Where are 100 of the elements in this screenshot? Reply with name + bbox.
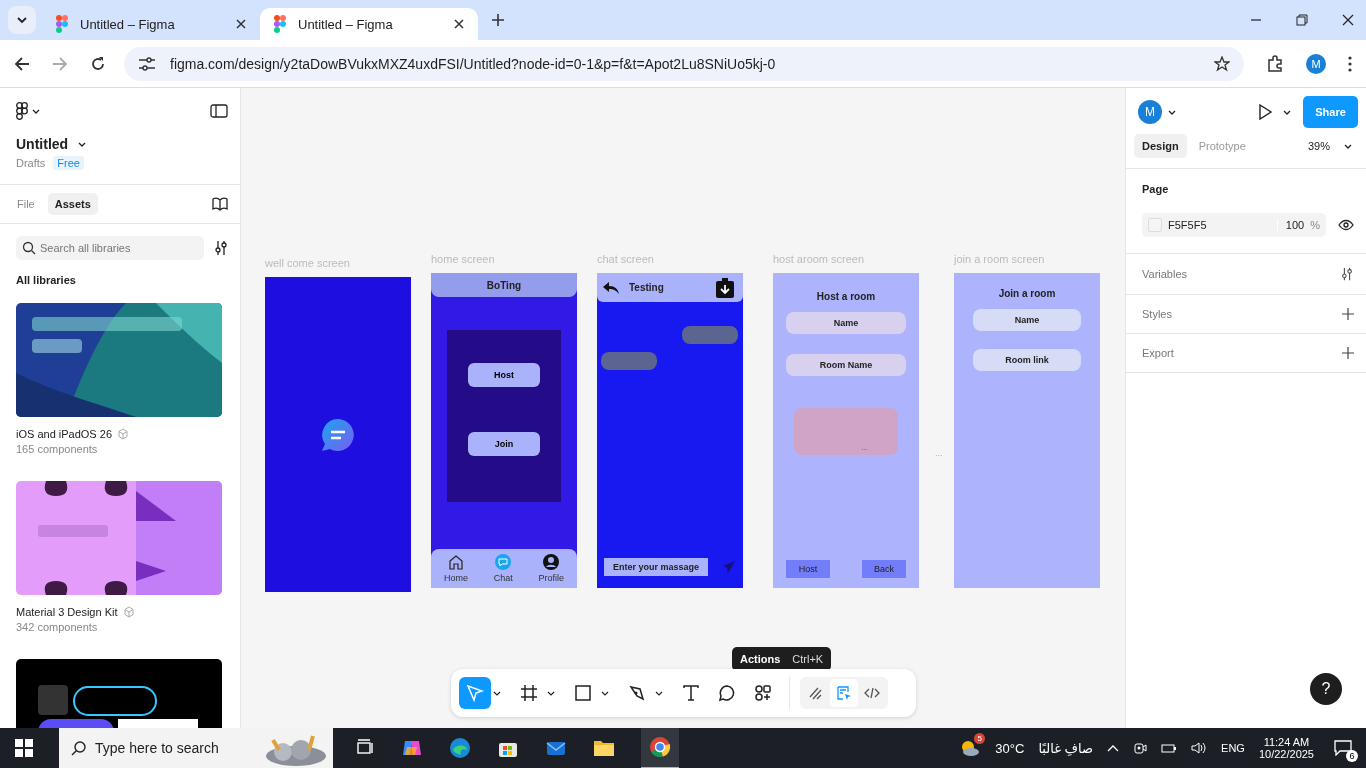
filter-icon[interactable] [214,240,228,256]
caret-icon[interactable] [655,689,663,697]
input-field[interactable]: Name [786,312,906,334]
zoom-dropdown[interactable]: 39% [1307,140,1330,152]
panel-tab[interactable]: Design [1134,134,1187,158]
sidebar-tab[interactable]: File [10,193,42,215]
volume-icon[interactable] [1191,741,1208,755]
nav-item[interactable]: Home [443,554,468,583]
clock-date[interactable]: 10/22/2025 [1258,748,1314,760]
caret-icon[interactable] [601,689,609,697]
file-title[interactable]: Untitled [16,136,69,152]
menu-button[interactable]: Host [468,363,540,387]
figma-logo-icon [56,15,68,33]
chevron-up-icon[interactable] [1107,744,1120,752]
camera-icon[interactable] [1133,741,1148,755]
rectangle-icon [574,684,592,702]
address-bar[interactable]: figma.com/design/y2taDowBVukxMXZ4uxdFSI/Untitled?node-id=0-1&p=f&t=Apot2Lu8SNiUo5kj-0 [124,46,1244,81]
sliders-icon[interactable] [1340,267,1354,281]
phone-frame[interactable]: Join a room Name Room link [954,273,1100,588]
book-icon[interactable] [212,197,228,211]
menu-button[interactable]: Join [468,432,540,456]
restore-icon[interactable] [1296,14,1308,26]
tab-list-button[interactable] [8,6,36,34]
cursor-icon [466,684,484,702]
chevron-down-icon[interactable] [1168,108,1176,116]
chevron-down-icon [32,107,40,115]
menu-icon[interactable] [1348,55,1352,72]
profile-avatar[interactable]: M [1306,53,1326,74]
weather-text[interactable]: صافِ غالبًا [1038,740,1094,756]
reload-icon[interactable] [90,55,106,72]
reply-arrow-icon [603,281,619,294]
section-heading[interactable]: Variables [1142,268,1188,280]
ellipsis-text: ... [935,448,943,458]
chevron-down-icon[interactable] [1344,142,1352,150]
caret-icon[interactable] [493,689,501,697]
code-icon [864,685,880,701]
chrome-taskbar-button[interactable] [641,727,679,768]
battery-icon[interactable] [1161,742,1178,754]
message-field[interactable]: Enter your massage [604,558,709,576]
nav-item[interactable]: Profile [538,554,565,583]
phone-frame[interactable]: Testing Enter your massage [597,273,743,588]
screen-title: Host a room [816,291,876,302]
new-tab-icon[interactable] [492,14,504,26]
color-field[interactable]: F5F5F5 100 % [1142,213,1326,237]
caret-icon[interactable] [547,689,555,697]
figma-logo-icon [274,15,286,33]
file-location[interactable]: Drafts [16,157,46,169]
sidebar-tab[interactable]: Assets [47,193,98,215]
component-count: 342 components [16,621,99,633]
chevron-down-icon[interactable] [1283,108,1291,116]
input-field[interactable]: Room link [973,349,1081,371]
shortcut-text: Ctrl+K [792,653,824,665]
main-menu-button[interactable] [16,102,40,120]
eye-icon[interactable] [1338,219,1354,231]
windows-start-icon[interactable] [15,739,33,757]
plan-badge: Free [53,156,84,170]
notifications-icon[interactable] [1334,740,1352,756]
browser-tab[interactable]: Untitled – Figma [42,8,260,40]
add-icon[interactable] [1342,308,1354,320]
star-icon[interactable] [1214,55,1230,72]
clock-time[interactable]: 11:24 AM [1263,736,1310,748]
download-icon [716,277,734,298]
chevron-down-icon[interactable] [78,140,87,148]
close-icon[interactable] [454,19,464,29]
weather-icon [959,739,982,757]
site-settings-icon[interactable] [138,55,156,72]
temperature[interactable]: 30°C [995,740,1025,756]
close-icon[interactable] [1342,14,1354,26]
library-name[interactable]: Material 3 Design Kit [16,606,118,618]
nav-item[interactable]: Chat [493,554,513,583]
color-swatch[interactable] [1148,218,1162,232]
user-avatar[interactable]: M [1138,100,1162,124]
play-icon[interactable] [1257,104,1273,120]
section-heading: All libraries [16,274,77,286]
add-icon[interactable] [1342,347,1354,359]
input-field[interactable]: Name [973,309,1081,331]
action-button[interactable]: Back [862,560,906,578]
close-icon[interactable] [236,19,246,29]
tooltip-label: Actions [740,653,781,665]
phone-frame[interactable]: BoTing Host Join Home Chat Profile [431,273,577,588]
section-heading[interactable]: Styles [1142,308,1172,320]
input-field[interactable]: Room Name [786,354,906,376]
phone-frame[interactable]: Host a room Name Room Name ... Host Back [773,273,919,588]
draw-icon [808,685,824,701]
library-name[interactable]: iOS and iPadOS 26 [16,428,112,440]
extensions-icon[interactable] [1266,54,1284,73]
language-indicator[interactable]: ENG [1221,742,1245,754]
browser-tab[interactable]: Untitled – Figma [260,8,478,40]
chat-bubble-icon [321,417,355,452]
section-heading[interactable]: Export [1142,347,1174,359]
edge-icon[interactable] [449,737,471,759]
opacity-value[interactable]: 100 [1276,219,1305,231]
search-field[interactable]: Search all libraries [16,236,204,260]
message-bubble [682,326,738,344]
back-icon[interactable] [14,55,30,72]
sidebar-toggle-icon[interactable] [210,104,228,118]
frame-icon [520,684,538,702]
component-count: 165 components [16,443,99,455]
action-button[interactable]: Host [786,560,830,578]
pen-icon [628,684,646,702]
